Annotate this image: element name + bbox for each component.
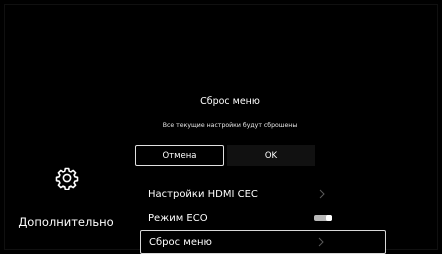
settings-item-hdmi-cec[interactable]: Настройки HDMI CEC xyxy=(140,182,386,206)
settings-item-label: Настройки HDMI CEC xyxy=(148,188,258,200)
gear-icon xyxy=(55,167,79,190)
settings-item-label: Режим ECO xyxy=(148,212,208,224)
dialog-message: Все текущие настройки будут сброшены xyxy=(162,122,298,129)
ok-button[interactable]: OK xyxy=(227,145,315,166)
dialog-title: Сброс меню xyxy=(200,96,260,107)
settings-item-eco-mode[interactable]: Режим ECO xyxy=(140,206,386,230)
settings-list: Настройки HDMI CEC Режим ECO Сброс меню xyxy=(140,182,386,254)
chevron-right-icon xyxy=(319,189,325,199)
settings-item-label: Сброс меню xyxy=(149,236,212,248)
category-label: Дополнительно xyxy=(18,215,114,229)
category-panel: Дополнительно xyxy=(0,166,132,236)
toggle-knob xyxy=(326,215,332,221)
tv-settings-screen: Дополнительно Настройки HDMI CEC Режим E… xyxy=(0,0,442,254)
eco-mode-toggle[interactable] xyxy=(314,215,332,221)
cancel-button[interactable]: Отмена xyxy=(135,145,224,166)
reset-confirm-dialog: Сброс меню Все текущие настройки будут с… xyxy=(132,88,328,180)
chevron-right-icon xyxy=(318,237,324,247)
settings-item-reset-menu[interactable]: Сброс меню xyxy=(140,230,386,254)
